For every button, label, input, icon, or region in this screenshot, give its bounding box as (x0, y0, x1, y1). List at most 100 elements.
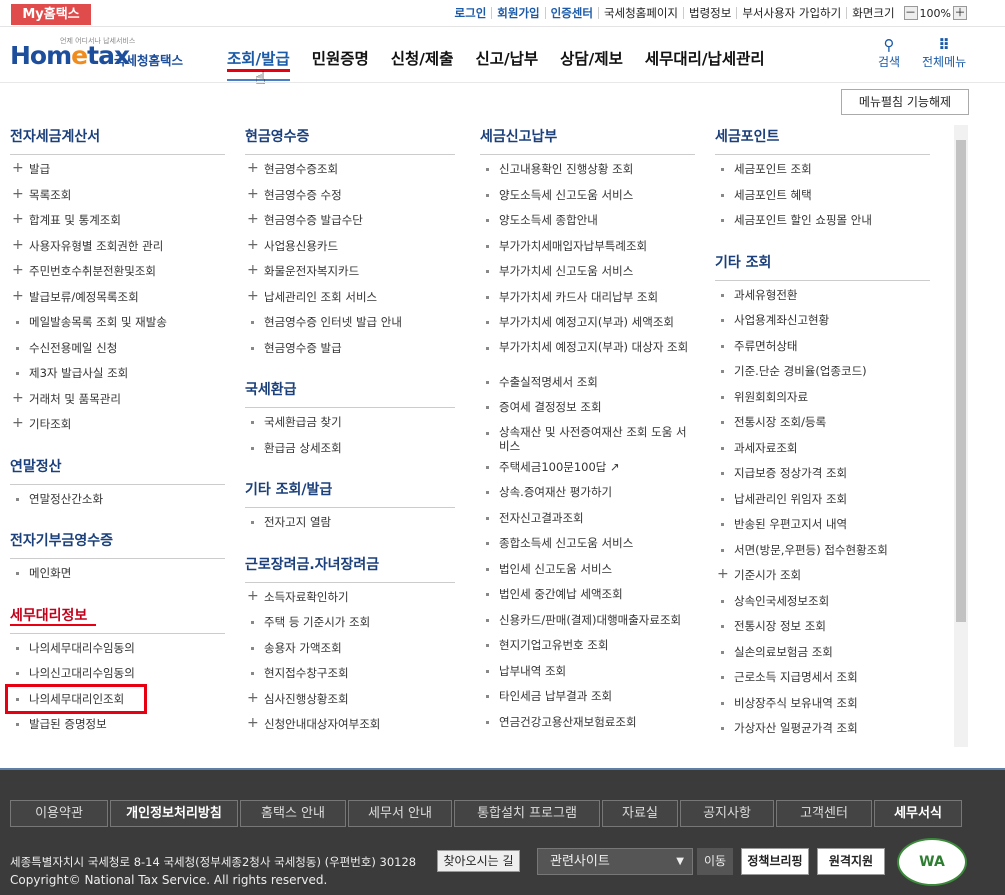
menu-item[interactable]: 사업용계좌신고현황 (715, 312, 930, 338)
all-menu-button[interactable]: ⠿ 전체메뉴 (922, 37, 966, 70)
certificate-center-link[interactable]: 인증센터 (544, 7, 598, 19)
menu-item[interactable]: 세금포인트 할인 쇼핑몰 안내 (715, 212, 930, 238)
menu-item[interactable]: 전통시장 정보 조회 (715, 618, 930, 644)
menu-item[interactable]: 반송된 우편고지서 내역 (715, 516, 930, 542)
zoom-out-button[interactable]: － (903, 6, 918, 20)
menu-section-title[interactable]: 근로장려금.자녀장려금 (245, 554, 455, 583)
menu-item[interactable]: 비상장주식 보유내역 조회 (715, 695, 930, 721)
menu-item[interactable]: 납부내역 조회 (480, 663, 695, 689)
menu-item[interactable]: 환급금 상세조회 (245, 440, 455, 466)
menu-item[interactable]: 세금포인트 조회 (715, 161, 930, 187)
gnb-lookup-issue[interactable]: 조회/발급 (216, 47, 301, 81)
menu-item[interactable]: 메인화면 (10, 565, 225, 591)
menu-item[interactable]: 제3자 발급사실 조회 (10, 365, 225, 391)
menu-item[interactable]: 주택세금100문100답 ↗ (480, 459, 695, 485)
menu-item[interactable]: 주택 등 기준시가 조회 (245, 614, 455, 640)
menu-item[interactable]: 주류면허상태 (715, 338, 930, 364)
gnb-civil-certificates[interactable]: 민원증명 (301, 47, 380, 69)
menu-section-title[interactable]: 연말정산 (10, 456, 225, 485)
menu-item[interactable]: 사업용신용카드 (245, 237, 455, 264)
menu-item[interactable]: 신청안내대상자여부조회 (245, 715, 455, 742)
menu-item[interactable]: 현금영수증 수정 (245, 186, 455, 213)
menu-item[interactable]: 타인세금 납부결과 조회 (480, 688, 695, 714)
menu-item[interactable]: 부가가치세 신고도움 서비스 (480, 263, 695, 289)
menu-item[interactable]: 기준시가 조회 (715, 566, 930, 593)
menu-item[interactable]: 나의세무대리수임동의 (10, 640, 225, 666)
gnb-tax-agent[interactable]: 세무대리/납세관리 (634, 47, 776, 69)
menu-item[interactable]: 부가가치세 카드사 대리납부 조회 (480, 289, 695, 315)
menu-section-title[interactable]: 현금영수증 (245, 126, 455, 155)
menu-item[interactable]: 현금영수증 인터넷 발급 안내 (245, 314, 455, 340)
menu-item[interactable]: 현금영수증 발급 (245, 340, 455, 366)
related-site-select[interactable]: 관련사이트 ▼ (537, 848, 693, 875)
menu-item[interactable]: 합계표 및 통계조회 (10, 211, 225, 238)
menu-item[interactable]: 상속재산 및 사전증여재산 조회 도움 서비스 (480, 425, 695, 459)
menu-item[interactable]: 수신전용메일 신청 (10, 340, 225, 366)
login-link[interactable]: 로그인 (450, 7, 492, 19)
go-button[interactable]: 이동 (697, 848, 733, 875)
menu-section-title[interactable]: 세금신고납부 (480, 126, 695, 155)
policy-briefing-button[interactable]: 정책브리핑 (741, 848, 809, 875)
menu-item[interactable]: 근로소득 지급명세서 조회 (715, 669, 930, 695)
scrollbar-thumb[interactable] (956, 140, 966, 622)
menu-item[interactable]: 상속인국세정보조회 (715, 593, 930, 619)
menu-item[interactable]: 종합소득세 신고도움 서비스 (480, 535, 695, 561)
footer-terms-link[interactable]: 이용약관 (10, 800, 108, 827)
menu-item[interactable]: 목록조회 (10, 186, 225, 213)
menu-item[interactable]: 현금영수증 발급수단 (245, 211, 455, 238)
search-button[interactable]: ⚲ 검색 (878, 37, 900, 70)
menu-item[interactable]: 심사진행상황조회 (245, 690, 455, 717)
menu-item[interactable]: 납세관리인 위임자 조회 (715, 491, 930, 517)
law-info-link[interactable]: 법령정보 (683, 7, 736, 19)
gnb-consult-report[interactable]: 상담/제보 (549, 47, 634, 69)
menu-item[interactable]: 현지접수창구조회 (245, 665, 455, 691)
menu-section-title[interactable]: 국세환급 (245, 379, 455, 408)
menu-item[interactable]: 발급 (10, 160, 225, 187)
menu-item[interactable]: 연말정산간소화 (10, 491, 225, 517)
gnb-application-submission[interactable]: 신청/제출 (380, 47, 465, 69)
menu-item[interactable]: 현지기업고유번호 조회 (480, 637, 695, 663)
menu-expand-toggle-button[interactable]: 메뉴펼침 기능해제 (841, 89, 969, 115)
menu-item[interactable]: 신고내용확인 진행상황 조회 (480, 161, 695, 187)
menu-item[interactable]: 서면(방문,우편등) 접수현황조회 (715, 542, 930, 568)
menu-item[interactable]: 부가가치세 예정고지(부과) 세액조회 (480, 314, 695, 340)
footer-privacy-link[interactable]: 개인정보처리방침 (110, 800, 238, 827)
menu-item[interactable]: 가상자산 일평균가격 조회 (715, 720, 930, 746)
menu-section-title[interactable]: 기타 조회/발급 (245, 479, 455, 508)
menu-item[interactable]: 전통시장 조회/등록 (715, 414, 930, 440)
menu-item[interactable]: 과세자료조회 (715, 440, 930, 466)
footer-taxoffice-guide-link[interactable]: 세무서 안내 (348, 800, 452, 827)
menu-section-title[interactable]: 세무대리정보 (10, 605, 225, 634)
menu-item[interactable]: 지급보증 정상가격 조회 (715, 465, 930, 491)
menu-item[interactable]: 송용자 가액조회 (245, 640, 455, 666)
menu-item[interactable]: 양도소득세 종합안내 (480, 212, 695, 238)
menu-section-title[interactable]: 전자세금계산서 (10, 126, 225, 155)
menu-item[interactable]: 과세유형전환 (715, 287, 930, 313)
nts-homepage-link[interactable]: 국세청홈페이지 (597, 7, 683, 19)
menu-item[interactable]: 양도소득세 신고도움 서비스 (480, 187, 695, 213)
menu-item[interactable]: 소득자료확인하기 (245, 588, 455, 615)
footer-notice-link[interactable]: 공지사항 (680, 800, 774, 827)
menu-item[interactable]: 전자고지 열람 (245, 514, 455, 540)
menu-item[interactable]: 신용카드/판매(결제)대행매출자료조회 (480, 612, 695, 638)
menu-item[interactable]: 기타조회 (10, 415, 225, 442)
directions-button[interactable]: 찾아오시는 길 (437, 850, 520, 872)
footer-library-link[interactable]: 자료실 (602, 800, 678, 827)
menu-item[interactable]: 실손의료보험금 조회 (715, 644, 930, 670)
zoom-in-button[interactable]: ＋ (953, 6, 967, 20)
menu-section-title[interactable]: 기타 조회 (715, 252, 930, 281)
footer-hometax-guide-link[interactable]: 홈택스 안내 (240, 800, 346, 827)
menu-item[interactable]: 사용자유형별 조회권한 관리 (10, 237, 225, 264)
signup-link[interactable]: 회원가입 (491, 7, 544, 19)
menu-item[interactable]: 메일발송목록 조회 및 재발송 (10, 314, 225, 340)
menu-item[interactable]: 전자신고결과조회 (480, 510, 695, 536)
menu-item[interactable]: 수출실적명세서 조회 (480, 374, 695, 400)
footer-tax-forms-link[interactable]: 세무서식 (874, 800, 962, 827)
menu-item[interactable]: 거래처 및 품목관리 (10, 390, 225, 417)
menu-item[interactable]: 상속.증여재산 평가하기 (480, 484, 695, 510)
menu-item[interactable]: 기준.단순 경비율(업종코드) (715, 363, 930, 389)
menu-item[interactable]: 위원회회의자료 (715, 389, 930, 415)
menu-section-title[interactable]: 세금포인트 (715, 126, 930, 155)
menu-item[interactable]: 세금포인트 혜택 (715, 187, 930, 213)
menu-item[interactable]: 발급보류/예정목록조회 (10, 288, 225, 315)
